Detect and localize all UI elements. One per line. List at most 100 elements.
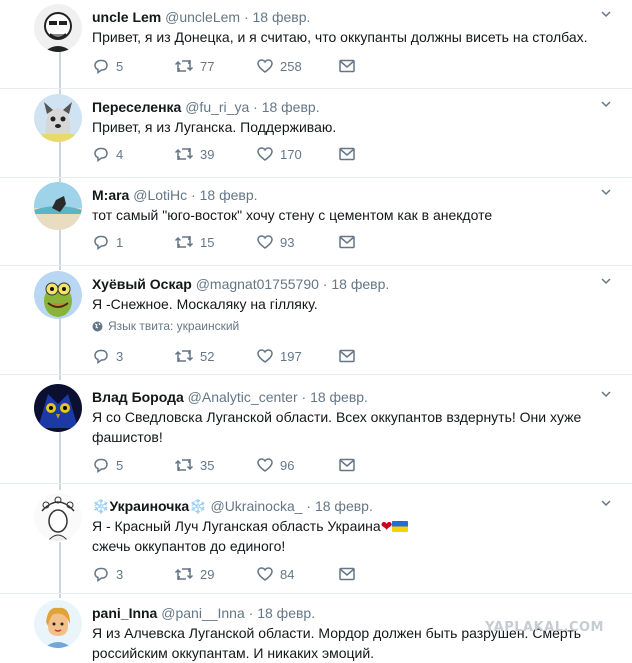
- user-handle[interactable]: @Analytic_center: [188, 389, 298, 405]
- tweet[interactable]: Влад Борода @Analytic_center · 18 февр. …: [0, 384, 632, 484]
- avatar[interactable]: [34, 94, 82, 142]
- tweet-date[interactable]: 18 февр.: [310, 389, 368, 405]
- chevron-down-icon[interactable]: [600, 98, 612, 110]
- chevron-down-icon[interactable]: [600, 8, 612, 20]
- envelope-icon: [339, 567, 355, 581]
- tweet-text: Привет, я из Донецка, и я считаю, что ок…: [92, 29, 588, 45]
- retweet-button[interactable]: 77: [174, 57, 256, 75]
- tweet-date[interactable]: 18 февр.: [315, 498, 373, 514]
- reply-icon: [94, 567, 108, 582]
- retweet-button[interactable]: 35: [174, 456, 256, 474]
- avatar[interactable]: [34, 493, 82, 541]
- envelope-icon: [339, 147, 355, 161]
- user-handle[interactable]: @uncleLem: [165, 9, 240, 25]
- display-name[interactable]: Влад Борода: [92, 389, 184, 405]
- like-button[interactable]: 170: [256, 145, 338, 163]
- dm-button[interactable]: [338, 348, 420, 364]
- retweet-count: 52: [200, 348, 215, 364]
- chevron-down-icon[interactable]: [600, 497, 612, 509]
- display-name[interactable]: Хуёвый Оскар: [92, 276, 192, 292]
- tweet-header: Влад Борода @Analytic_center · 18 февр.: [92, 388, 368, 406]
- tweet-date[interactable]: 18 февр.: [257, 605, 315, 621]
- display-name[interactable]: pani_Inna: [92, 605, 157, 621]
- chevron-down-icon[interactable]: [600, 275, 612, 287]
- display-name[interactable]: Украиночка: [109, 498, 189, 514]
- like-button[interactable]: 84: [256, 565, 338, 583]
- avatar[interactable]: [34, 182, 82, 230]
- user-handle[interactable]: @fu_ri_ya: [185, 99, 249, 115]
- tweet-language: Язык твита: украинский: [92, 319, 239, 333]
- tweet-date[interactable]: 18 февр.: [253, 9, 311, 25]
- heart-icon: [257, 458, 273, 472]
- tweet-text-line: сжечь оккупантов до единого!: [92, 538, 286, 554]
- reply-count: 3: [116, 348, 124, 364]
- heart-icon: [257, 147, 273, 161]
- display-name[interactable]: uncle Lem: [92, 9, 161, 25]
- avatar[interactable]: [34, 600, 82, 648]
- retweet-button[interactable]: 29: [174, 565, 256, 583]
- chevron-down-icon[interactable]: [600, 186, 612, 198]
- retweet-button[interactable]: 39: [174, 145, 256, 163]
- reply-button[interactable]: 5: [92, 456, 174, 474]
- tweet-text: Я со Сведловска Луганской области. Всех …: [92, 407, 592, 447]
- divider: [0, 374, 632, 375]
- tweet-text: тот самый "юго-восток" хочу стену с цеме…: [92, 207, 493, 223]
- retweet-button[interactable]: 52: [174, 347, 256, 365]
- retweet-icon: [174, 350, 194, 362]
- like-button[interactable]: 96: [256, 456, 338, 474]
- tweet[interactable]: uncle Lem @uncleLem · 18 февр. Привет, я…: [0, 4, 632, 90]
- like-button[interactable]: 93: [256, 233, 338, 251]
- like-button[interactable]: 258: [256, 57, 338, 75]
- snowflake-icon: ❄️: [189, 498, 207, 514]
- tweet-actions: 5 77 258: [92, 56, 420, 76]
- retweet-button[interactable]: 15: [174, 233, 256, 251]
- tweet-date[interactable]: 18 февр.: [331, 276, 389, 292]
- reply-count: 5: [116, 457, 124, 473]
- user-handle[interactable]: @magnat01755790: [196, 276, 319, 292]
- tweet-date[interactable]: 18 февр.: [262, 99, 320, 115]
- display-name[interactable]: Переселенка: [92, 99, 181, 115]
- reply-button[interactable]: 3: [92, 565, 174, 583]
- user-handle[interactable]: @LotiHc: [133, 187, 187, 203]
- tweet-text-line: российским оккупантам. И никаких эмоций.: [92, 645, 375, 661]
- chevron-down-icon[interactable]: [600, 388, 612, 400]
- dm-button[interactable]: [338, 566, 420, 582]
- like-count: 258: [280, 58, 302, 74]
- avatar[interactable]: [34, 4, 82, 52]
- tweet-header: Хуёвый Оскар @magnat01755790 · 18 февр.: [92, 275, 389, 293]
- reply-button[interactable]: 3: [92, 347, 174, 365]
- retweet-count: 29: [200, 566, 215, 582]
- user-handle[interactable]: @pani__Inna: [161, 605, 245, 621]
- dm-button[interactable]: [338, 58, 420, 74]
- reply-count: 4: [116, 146, 124, 162]
- avatar[interactable]: [34, 271, 82, 319]
- reply-button[interactable]: 1: [92, 233, 174, 251]
- like-count: 84: [280, 566, 295, 582]
- retweet-icon: [174, 60, 194, 72]
- tweet-actions: 3 52 197: [92, 346, 420, 366]
- separator-dot: ·: [301, 389, 307, 405]
- user-handle[interactable]: @Ukrainocka_: [210, 498, 302, 514]
- tweet-text-line: фашистов!: [92, 429, 163, 445]
- display-name[interactable]: M:ara: [92, 187, 129, 203]
- reply-button[interactable]: 5: [92, 57, 174, 75]
- reply-button[interactable]: 4: [92, 145, 174, 163]
- retweet-icon: [174, 148, 194, 160]
- watermark: YAPLAKAL.COM: [485, 620, 604, 635]
- tweet-date[interactable]: 18 февр.: [200, 187, 258, 203]
- tweet[interactable]: Переселенка @fu_ri_ya · 18 февр. Привет,…: [0, 94, 632, 180]
- tweet[interactable]: Хуёвый Оскар @magnat01755790 · 18 февр. …: [0, 271, 632, 377]
- avatar[interactable]: [34, 384, 82, 432]
- heart-icon: [257, 59, 273, 73]
- tweet[interactable]: M:ara @LotiHc · 18 февр. тот самый "юго-…: [0, 182, 632, 268]
- reply-icon: [94, 349, 108, 364]
- tweet-header: pani_Inna @pani__Inna · 18 февр.: [92, 604, 315, 622]
- snowflake-icon: ❄️: [92, 498, 110, 514]
- heart-icon: [257, 235, 273, 249]
- dm-button[interactable]: [338, 457, 420, 473]
- dm-button[interactable]: [338, 234, 420, 250]
- like-button[interactable]: 197: [256, 347, 338, 365]
- tweet-text: Привет, я из Луганска. Поддерживаю.: [92, 119, 337, 135]
- dm-button[interactable]: [338, 146, 420, 162]
- tweet[interactable]: ❄️Украиночка❄️ @Ukrainocka_ · 18 февр. Я…: [0, 493, 632, 593]
